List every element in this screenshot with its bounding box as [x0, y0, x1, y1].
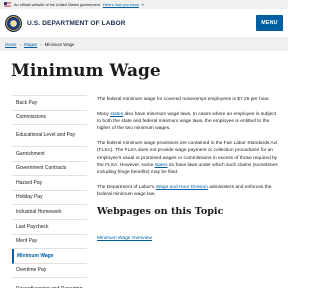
sidebar-item-overtime-pay[interactable]: Overtime Pay — [12, 264, 87, 279]
gov-banner-text: An official website of the United States… — [14, 2, 100, 7]
whd-paragraph: The Department of Labor's Wage and Hour … — [97, 184, 280, 199]
states-link-2[interactable]: states — [155, 163, 168, 168]
breadcrumb-separator-icon: › — [40, 41, 42, 47]
state-laws-paragraph: Many states also have minimum wage laws.… — [97, 111, 280, 133]
state-laws-text-start: Many — [97, 111, 111, 117]
sidebar-item-merit-pay[interactable]: Merit Pay — [12, 235, 87, 250]
breadcrumb: Home › Wages › Minimum Wage — [0, 37, 288, 51]
wage-and-hour-division-link[interactable]: Wage and Hour Division — [156, 185, 208, 190]
sidebar-item-garnishment[interactable]: Garnishment — [12, 147, 87, 162]
page-title: Minimum Wage — [11, 61, 161, 81]
minimum-wage-overview-link[interactable]: Minimum Wage Overview — [97, 236, 152, 241]
sidebar-item-government-contracts[interactable]: Government Contracts — [12, 162, 87, 177]
gov-banner: An official website of the United States… — [0, 0, 288, 9]
site-header: U.S. DEPARTMENT OF LABOR MENU — [0, 9, 288, 37]
flsa-paragraph: The federal minimum wage provisions are … — [97, 140, 280, 176]
webpages-on-topic-heading: Webpages on this Topic — [97, 205, 224, 217]
sidebar-item-hazard-pay[interactable]: Hazard Pay — [12, 176, 87, 191]
menu-button[interactable]: MENU — [256, 15, 283, 31]
breadcrumb-current: Minimum Wage — [44, 41, 75, 47]
sidebar-item-back-pay[interactable]: Back Pay — [12, 96, 87, 111]
breadcrumb-separator-icon: › — [19, 41, 21, 47]
sidebar-item-recordkeeping-and-reporting[interactable]: Recordkeeping and Reporting — [12, 278, 87, 288]
sidebar-item-holiday-pay[interactable]: Holiday Pay — [12, 191, 87, 206]
states-link[interactable]: states — [110, 112, 123, 117]
dol-seal-logo[interactable] — [5, 14, 22, 32]
sidebar-item-educational-level-and-pay[interactable]: Educational Level and Pay — [12, 125, 87, 147]
breadcrumb-wages[interactable]: Wages — [24, 42, 37, 47]
heres-how-you-know-link[interactable]: Here's how you know — [103, 3, 139, 7]
state-laws-text-end: also have minimum wage laws. In cases wh… — [97, 111, 277, 132]
whd-text-start: The Department of Labor's — [97, 184, 156, 190]
intro-text: The federal minimum wage for covered non… — [97, 97, 270, 102]
sidebar-item-minimum-wage[interactable]: Minimum Wage — [12, 249, 87, 264]
agency-name[interactable]: U.S. DEPARTMENT OF LABOR — [27, 20, 126, 27]
us-flag-icon — [4, 2, 11, 7]
sidebar-item-last-paycheck[interactable]: Last Paycheck — [12, 220, 87, 235]
intro-paragraph: The federal minimum wage for covered non… — [97, 96, 280, 103]
sidebar-item-commissions[interactable]: Commissions — [12, 111, 87, 126]
chevron-down-icon[interactable]: ▾ — [142, 3, 144, 7]
main-content: The federal minimum wage for covered non… — [97, 96, 280, 244]
side-navigation: Back Pay Commissions Educational Level a… — [12, 95, 87, 288]
sidebar-item-industrial-homework[interactable]: Industrial Homework — [12, 205, 87, 220]
breadcrumb-home[interactable]: Home — [5, 42, 16, 47]
